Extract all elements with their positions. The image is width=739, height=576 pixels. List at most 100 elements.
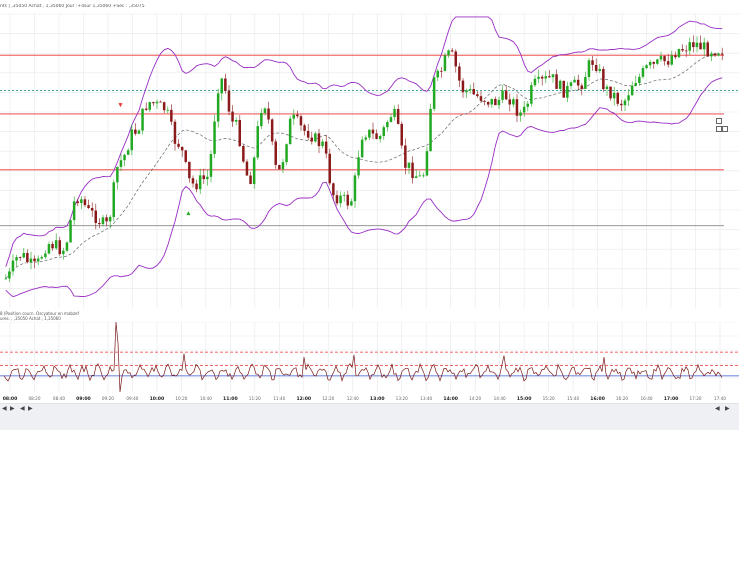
candle-body: [454, 51, 457, 67]
time-tick-label: 09:20: [102, 396, 114, 401]
candle-body: [83, 199, 87, 206]
candle-body: [94, 210, 97, 223]
app-bottom-bar: [0, 413, 739, 430]
oscillator-chart[interactable]: [0, 322, 739, 392]
candle-body: [159, 101, 162, 103]
signal-arrow-up-icon: [186, 211, 191, 216]
candle-body: [310, 137, 313, 142]
zoom-in-icon[interactable]: ▶: [28, 405, 33, 412]
candle-body: [706, 42, 709, 57]
candle-body: [296, 114, 299, 117]
candle-body: [641, 68, 645, 77]
candle-body: [710, 53, 713, 57]
candle-body: [350, 201, 353, 206]
candle-body: [263, 108, 267, 113]
candle-body: [645, 65, 648, 69]
candle-body: [231, 111, 234, 122]
candle-body: [670, 55, 673, 65]
candle-body: [436, 70, 439, 78]
candle-body: [627, 95, 630, 101]
candle-body: [162, 102, 166, 111]
time-tick-label: 17:20: [689, 396, 701, 401]
time-tick-label: 10:00: [150, 396, 165, 402]
time-tick-label: 11:20: [249, 396, 261, 401]
candle-body: [407, 162, 411, 168]
chart-side-controls[interactable]: [716, 118, 728, 138]
candle-body: [22, 253, 25, 258]
candle-body: [537, 76, 540, 79]
candle-body: [386, 122, 389, 128]
time-tick-label: 08:20: [28, 396, 40, 401]
candle-body: [332, 183, 335, 196]
candle-body: [29, 258, 33, 262]
candle-body: [321, 141, 324, 146]
candle-body: [713, 53, 717, 56]
price-chart[interactable]: [0, 0, 739, 312]
candle-body: [281, 162, 285, 170]
candle-body: [612, 92, 616, 99]
time-tick-label: 16:00: [590, 396, 605, 402]
candle-body: [285, 144, 288, 163]
candle-body: [116, 167, 119, 183]
candle-body: [72, 201, 76, 221]
candle-body: [98, 223, 101, 225]
time-tick-label: 09:40: [126, 396, 138, 401]
price-info-text: nts | ,35050 Achat , 1,35060 Jour :+4sur…: [0, 4, 145, 9]
candle-body: [681, 49, 684, 51]
candle-body: [447, 50, 450, 56]
page-right-icon[interactable]: ▶: [725, 405, 730, 412]
candle-body: [58, 240, 61, 255]
side-control-icon[interactable]: [722, 126, 728, 132]
candle-body: [400, 123, 403, 146]
candle-body: [278, 165, 281, 170]
time-tick-label: 15:00: [517, 396, 532, 402]
candle-body: [425, 151, 429, 176]
candle-body: [465, 90, 468, 93]
candle-body: [674, 55, 677, 58]
candle-body: [717, 53, 720, 56]
candle-body: [476, 94, 479, 97]
page-left-icon[interactable]: ◀: [715, 405, 720, 412]
candle-body: [378, 136, 382, 139]
candle-body: [44, 253, 47, 258]
candle-body: [598, 69, 601, 71]
candle-body: [540, 76, 544, 79]
candle-body: [206, 176, 209, 180]
candle-body: [486, 101, 490, 105]
candle-body: [299, 116, 303, 126]
time-tick-label: 08:40: [53, 396, 65, 401]
time-tick-label: 11:00: [223, 396, 238, 402]
time-tick-label: 12:20: [322, 396, 334, 401]
candle-body: [252, 157, 256, 184]
candle-body: [548, 76, 551, 78]
candle-body: [404, 145, 407, 168]
candle-body: [137, 130, 141, 134]
candle-body: [202, 175, 205, 180]
trading-chart-app: nts | ,35050 Achat , 1,35060 Jour :+4sur…: [0, 0, 739, 430]
candle-body: [638, 76, 641, 83]
candle-body: [8, 271, 11, 279]
time-tick-label: 17:40: [714, 396, 726, 401]
scroll-right-icon[interactable]: ▶: [10, 405, 15, 412]
candle-body: [677, 49, 681, 58]
candle-body: [508, 99, 511, 105]
candle-body: [526, 103, 529, 107]
candle-body: [155, 101, 159, 104]
candle-body: [15, 257, 18, 261]
candle-body: [357, 157, 360, 176]
candle-body: [324, 141, 328, 154]
candle-body: [134, 129, 137, 134]
side-control-icon[interactable]: [716, 118, 722, 124]
scroll-left-icon[interactable]: ◀: [2, 405, 7, 412]
candle-body: [101, 217, 105, 225]
candle-body: [630, 85, 634, 96]
candle-body: [659, 56, 663, 60]
price-info-bar: nts | ,35050 Achat , 1,35060 Jour :+4sur…: [0, 4, 739, 14]
bollinger-upper-band: [5, 16, 723, 267]
candle-body: [288, 118, 292, 145]
candle-body: [87, 205, 90, 208]
candle-body: [695, 42, 699, 48]
candle-body: [699, 42, 702, 50]
candle-body: [587, 60, 591, 77]
zoom-out-icon[interactable]: ◀: [20, 405, 25, 412]
